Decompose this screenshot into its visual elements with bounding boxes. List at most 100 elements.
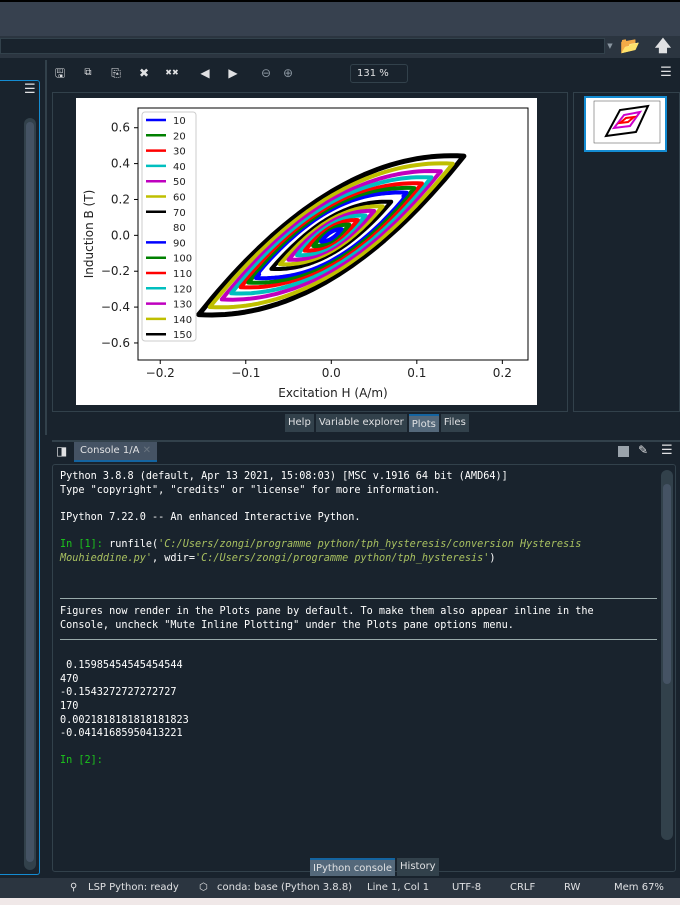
zoom-in-icon[interactable]: ⊕ bbox=[278, 62, 298, 84]
previous-icon[interactable]: ◀ bbox=[195, 62, 215, 84]
tab-variable-explorer[interactable]: Variable explorer bbox=[315, 414, 407, 432]
series-loop-150 bbox=[196, 153, 467, 318]
console-line: 170 bbox=[60, 700, 79, 712]
y-tick-label: −0.6 bbox=[101, 336, 130, 350]
legend-label: 50 bbox=[173, 177, 186, 188]
eraser-icon[interactable]: ✎ bbox=[638, 443, 648, 457]
save-icon[interactable]: 🖫 bbox=[50, 62, 70, 84]
y-tick-label: 0.6 bbox=[111, 121, 130, 135]
console-output: Python 3.8.8 (default, Apr 13 2021, 15:0… bbox=[60, 470, 660, 768]
memory-usage: Mem 67% bbox=[614, 882, 664, 893]
console-line: Console, uncheck "Mute Inline Plotting" … bbox=[60, 619, 514, 631]
console-line: -0.04141685950413221 bbox=[60, 728, 183, 740]
editor-scrollbar[interactable] bbox=[24, 118, 36, 870]
console-input-1: In [1]: runfile('C:/Users/zongi/programm… bbox=[60, 538, 660, 552]
close-all-icon[interactable]: ✖✖ bbox=[162, 62, 182, 84]
legend-label: 20 bbox=[173, 131, 186, 142]
y-axis-label: Induction B (T) bbox=[82, 190, 96, 279]
lsp-icon: ⚲ bbox=[70, 882, 78, 893]
console-line: -0.1543272727272727 bbox=[60, 687, 177, 699]
y-tick-label: 0.0 bbox=[111, 228, 130, 242]
console-line: 470 bbox=[60, 673, 79, 685]
legend-label: 30 bbox=[173, 147, 186, 158]
console-scrollbar[interactable] bbox=[661, 470, 673, 840]
conda-status[interactable]: conda: base (Python 3.8.8) bbox=[217, 878, 352, 898]
console-line: Figures now render in the Plots pane by … bbox=[60, 606, 594, 618]
zoom-out-icon[interactable]: ⊖ bbox=[256, 62, 276, 84]
lsp-status[interactable]: LSP Python: ready bbox=[88, 878, 179, 898]
y-tick-label: 0.4 bbox=[111, 157, 130, 171]
tab-history[interactable]: History bbox=[397, 858, 439, 876]
prompt: In [1]: bbox=[60, 538, 110, 550]
tab-help[interactable]: Help bbox=[285, 414, 314, 432]
legend-label: 10 bbox=[173, 116, 186, 127]
plots-toolbar: 🖫 ⧉ ⎘ ✖ ✖✖ ◀ ▶ ⊖ ⊕ 131 % ☰ bbox=[50, 62, 680, 86]
console-tabbar: IPython console History bbox=[310, 858, 439, 876]
zoom-level-field[interactable]: 131 % bbox=[350, 64, 408, 83]
legend-label: 110 bbox=[173, 269, 192, 280]
hysteresis-chart: −0.2 −0.1 0.0 0.1 0.2 0.6 0.4 0.2 0.0 −0.2 −0.4 −0.… bbox=[82, 107, 529, 400]
code: ) bbox=[489, 552, 496, 564]
menu-icon[interactable]: ☰ bbox=[656, 62, 676, 84]
menu-icon[interactable]: ☰ bbox=[24, 82, 36, 97]
x-tick-label: 0.2 bbox=[493, 366, 512, 380]
legend-label: 150 bbox=[173, 330, 192, 341]
tab-files[interactable]: Files bbox=[440, 414, 469, 432]
status-bar: ⚲ LSP Python: ready ⬡ conda: base (Pytho… bbox=[0, 878, 680, 898]
code-string: Mouhieddine.py' bbox=[60, 552, 153, 564]
console-line: IPython 7.22.0 -- An enhanced Interactiv… bbox=[60, 511, 361, 523]
undock-icon[interactable]: ◨ bbox=[56, 444, 67, 458]
code: runfile( bbox=[109, 538, 159, 550]
x-tick-label: 0.0 bbox=[322, 366, 341, 380]
console-line: Type "copyright", "credits" or "license"… bbox=[60, 484, 441, 496]
x-tick-label: −0.1 bbox=[231, 366, 260, 380]
x-axis-label: Excitation H (A/m) bbox=[278, 386, 387, 400]
plots-tabbar: Help Variable explorer Plots Files bbox=[285, 414, 469, 432]
code: , wdir= bbox=[152, 552, 195, 564]
legend-label: 140 bbox=[173, 315, 192, 326]
legend-label: 130 bbox=[173, 300, 192, 311]
legend-label: 80 bbox=[173, 223, 186, 234]
legend-label: 100 bbox=[173, 254, 192, 265]
tab-plots[interactable]: Plots bbox=[408, 414, 439, 432]
code-string: 'C:/Users/zongi/programme python/tph_hys… bbox=[158, 538, 582, 550]
y-tick-label: −0.2 bbox=[101, 264, 130, 278]
conda-icon: ⬡ bbox=[199, 882, 208, 893]
title-bar bbox=[0, 0, 680, 36]
console-line: 0.15985454545454544 bbox=[60, 660, 183, 672]
legend-label: 90 bbox=[173, 238, 186, 249]
folder-open-icon[interactable]: 📂 bbox=[619, 36, 641, 56]
code-string: 'C:/Users/zongi/programme python/tph_hys… bbox=[194, 552, 490, 564]
arrow-up-icon[interactable]: 🡅 bbox=[652, 36, 674, 56]
console-line: 0.0021818181818181823 bbox=[60, 714, 189, 726]
chevron-down-icon[interactable]: ▼ bbox=[605, 38, 615, 54]
close-tab-icon[interactable]: ✕ bbox=[143, 445, 151, 456]
plot-thumbnail[interactable] bbox=[584, 96, 667, 152]
x-tick-label: 0.1 bbox=[407, 366, 426, 380]
stop-icon[interactable] bbox=[618, 446, 629, 457]
x-tick-label: −0.2 bbox=[146, 366, 175, 380]
legend-label: 40 bbox=[173, 162, 186, 173]
permissions: RW bbox=[564, 882, 581, 893]
legend-label: 120 bbox=[173, 284, 192, 295]
legend-label: 60 bbox=[173, 193, 186, 204]
tab-ipython-console[interactable]: IPython console bbox=[310, 858, 396, 876]
hysteresis-figure: −0.2 −0.1 0.0 0.1 0.2 0.6 0.4 0.2 0.0 −0.2 −0.4 −0.… bbox=[76, 98, 537, 405]
console-line: Python 3.8.8 (default, Apr 13 2021, 15:0… bbox=[60, 471, 508, 482]
next-icon[interactable]: ▶ bbox=[223, 62, 243, 84]
console-tab-label: Console 1/A bbox=[80, 445, 140, 456]
taskbar-strip bbox=[0, 898, 680, 905]
tab-console[interactable]: Console 1/A ✕ bbox=[74, 442, 158, 462]
working-directory-input[interactable] bbox=[0, 38, 605, 54]
y-tick-label: −0.4 bbox=[101, 300, 130, 314]
y-tick-label: 0.2 bbox=[111, 192, 130, 206]
encoding: UTF-8 bbox=[452, 882, 482, 893]
menu-icon[interactable]: ☰ bbox=[661, 443, 673, 458]
divider bbox=[60, 638, 657, 640]
divider bbox=[60, 598, 657, 600]
save-all-icon[interactable]: ⧉ bbox=[78, 62, 98, 84]
copy-icon[interactable]: ⎘ bbox=[106, 62, 126, 84]
line-endings: CRLF bbox=[510, 882, 536, 893]
close-icon[interactable]: ✖ bbox=[134, 62, 154, 84]
cursor-position: Line 1, Col 1 bbox=[367, 882, 430, 893]
